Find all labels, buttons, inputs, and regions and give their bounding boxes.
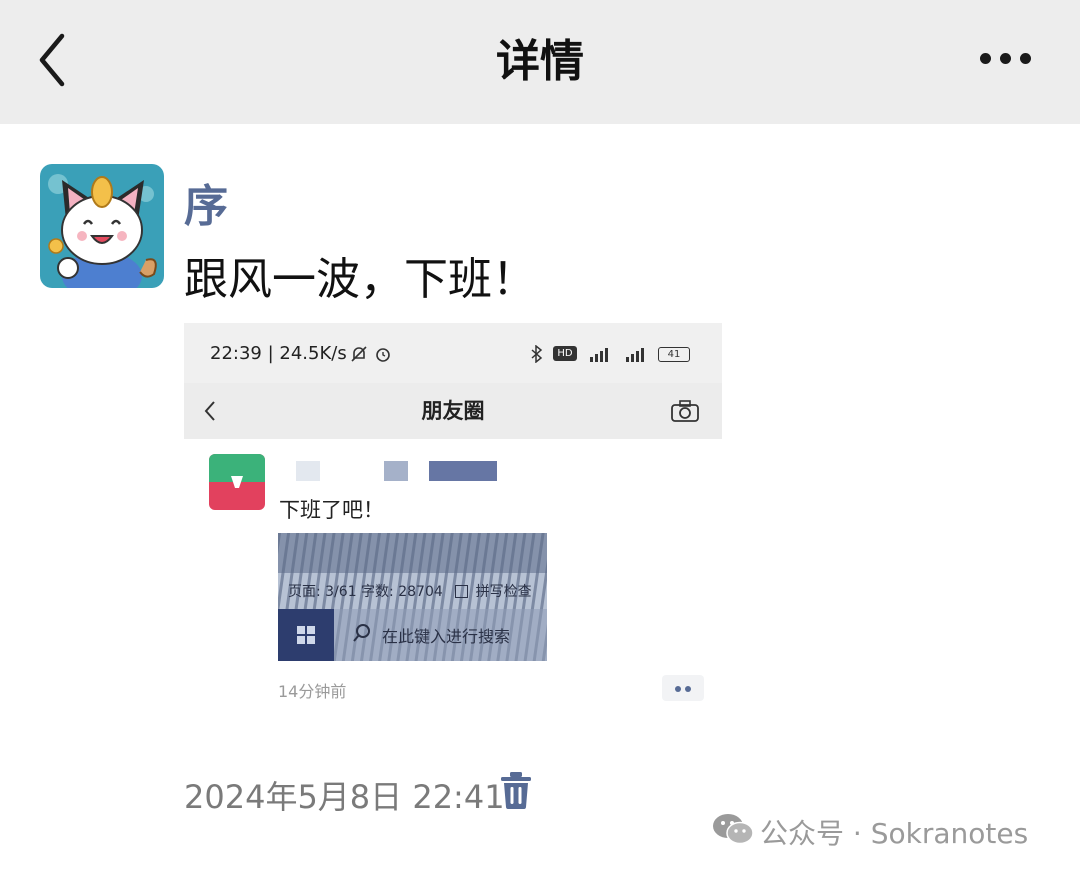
photo-status-text: 页面: 3/61 字数: 28704 拼写检查 <box>288 581 532 601</box>
bluetooth-icon <box>531 345 543 363</box>
search-icon <box>353 624 370 642</box>
back-button[interactable] <box>30 30 80 90</box>
delete-button[interactable] <box>498 770 534 810</box>
more-dot-icon <box>675 686 681 692</box>
more-dot-icon <box>685 686 691 692</box>
screenshot-status-time: 22:39 | 24.5K/s <box>210 343 347 364</box>
more-horizontal-icon <box>1000 53 1011 64</box>
silent-bell-icon <box>351 346 367 362</box>
screenshot-time-ago: 14分钟前 <box>278 682 347 701</box>
screenshot-photo: 页面: 3/61 字数: 28704 拼写检查 在此键入进行搜索 <box>278 533 547 661</box>
avatar <box>209 454 265 510</box>
alarm-icon <box>376 348 390 362</box>
cat-avatar-image <box>40 164 164 288</box>
hd-icon: HD <box>553 346 577 361</box>
chevron-left-icon <box>39 33 65 87</box>
photo-search-text: 在此键入进行搜索 <box>382 623 510 647</box>
battery-icon: 41 <box>658 347 690 362</box>
photo-search-label: 在此键入进行搜索 <box>382 627 511 646</box>
more-button[interactable] <box>970 38 1040 82</box>
screenshot-post-text: 下班了吧！ <box>279 498 384 522</box>
avatar[interactable] <box>40 164 164 288</box>
trash-icon <box>501 772 531 809</box>
more-horizontal-icon <box>1020 53 1031 64</box>
signal-icon <box>626 348 644 362</box>
windows-start-icon <box>278 609 334 661</box>
page-title: 详情 <box>496 36 584 87</box>
watermark-text: 公众号 · Sokranotes <box>760 817 1029 850</box>
username[interactable]: 序 <box>184 170 228 234</box>
screenshot-nav-bar: 朋友圈 <box>184 383 722 439</box>
screenshot-more-button <box>662 675 704 701</box>
checkbox-icon <box>455 585 469 598</box>
screenshot-status-bar: 22:39 | 24.5K/s HD 41 <box>184 323 722 383</box>
camera-icon <box>671 400 699 422</box>
photo-spellcheck-text: 拼写检查 <box>475 584 532 600</box>
screenshot-nav-title: 朋友圈 <box>421 399 485 423</box>
blurred-name <box>296 461 320 481</box>
signal-icon <box>590 348 608 362</box>
more-horizontal-icon <box>980 53 991 64</box>
top-nav-bar: 详情 <box>0 0 1080 124</box>
wechat-icon <box>713 814 754 845</box>
screenshot-moment-card: 下班了吧！ 页面: 3/61 字数: 28704 拼写检查 在此键入进行搜索 1… <box>184 439 722 713</box>
post-text: 跟风一波，下班！ <box>184 254 536 305</box>
post-date: 2024年5月8日 22:41 <box>184 778 505 816</box>
blurred-name <box>429 461 497 481</box>
battery-level: 41 <box>667 349 681 360</box>
blurred-name <box>384 461 408 481</box>
post-image[interactable]: 22:39 | 24.5K/s HD 41 朋友圈 下班了吧！ 页面: 3/61… <box>184 323 722 713</box>
photo-status-counts: 页面: 3/61 字数: 28704 <box>288 584 443 600</box>
